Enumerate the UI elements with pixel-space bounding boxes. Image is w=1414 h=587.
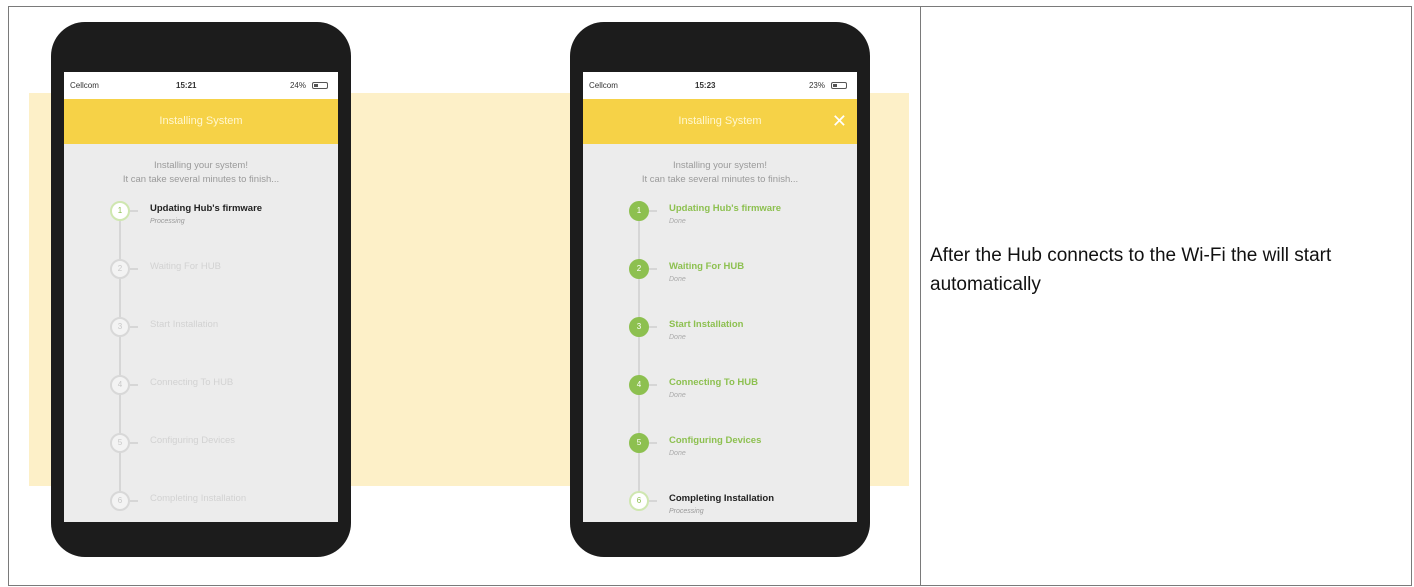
install-steps: 1 Updating Hub's firmware Processing 2 W… (110, 201, 338, 522)
step-status: Done (669, 218, 686, 225)
step-label: Completing Installation (669, 493, 775, 504)
step-label: Start Installation (669, 319, 744, 330)
intro-line-2: It can take several minutes to finish... (641, 174, 799, 185)
step-number: 1 (629, 201, 649, 221)
carrier-label: Cellcom (589, 81, 618, 90)
step-item: 3 Start Installation (110, 317, 338, 375)
step-number: 5 (629, 433, 649, 453)
phone-mockup-2: Cellcom 15:23 23% Installing System ✕ In… (570, 22, 870, 557)
step-label: Updating Hub's firmware (669, 203, 782, 214)
step-status: Done (669, 450, 686, 457)
step-number: 2 (629, 259, 649, 279)
step-label: Updating Hub's firmware (150, 203, 263, 214)
header-title: Installing System (678, 115, 762, 127)
clock: 15:23 (695, 81, 716, 90)
step-item: 5 Configuring Devices (110, 433, 338, 491)
step-label: Configuring Devices (150, 435, 236, 446)
step-item: 2 Waiting For HUB (110, 259, 338, 317)
step-label: Waiting For HUB (150, 261, 221, 272)
step-connector (649, 268, 657, 270)
step-number: 5 (110, 433, 130, 453)
carrier-label: Cellcom (70, 81, 99, 90)
app-header: Installing System (64, 99, 338, 144)
cell-divider (920, 7, 921, 585)
step-item: 1 Updating Hub's firmware Processing (110, 201, 338, 259)
step-label: Waiting For HUB (669, 261, 745, 272)
intro-line-1: Installing your system! (673, 160, 767, 171)
intro-line-1: Installing your system! (154, 160, 248, 171)
status-bar: Cellcom 15:23 23% (583, 72, 857, 99)
step-number: 6 (629, 491, 649, 511)
step-item: 3 Start Installation Done (629, 317, 857, 375)
battery-icon (831, 82, 847, 89)
phone-screen: Cellcom 15:23 23% Installing System ✕ In… (583, 72, 857, 522)
step-label: Connecting To HUB (150, 377, 234, 388)
step-item: 5 Configuring Devices Done (629, 433, 857, 491)
step-number: 3 (110, 317, 130, 337)
step-connector (649, 384, 657, 386)
battery-icon (312, 82, 328, 89)
install-steps: 1 Updating Hub's firmware Done 2 Waiting… (629, 201, 857, 522)
status-bar: Cellcom 15:21 24% (64, 72, 338, 99)
intro-line-2: It can take several minutes to finish... (122, 174, 280, 185)
step-number: 1 (110, 201, 130, 221)
step-connector (130, 500, 138, 502)
caption-text: After the Hub connects to the Wi-Fi the … (930, 245, 1332, 295)
step-number: 3 (629, 317, 649, 337)
step-connector (130, 384, 138, 386)
phone-screen: Cellcom 15:21 24% Installing System Inst… (64, 72, 338, 522)
step-connector (130, 326, 138, 328)
step-connector (649, 500, 657, 502)
step-connector (649, 210, 657, 212)
step-label: Completing Installation (150, 493, 247, 504)
step-item: 6 Completing Installation Processing (629, 491, 857, 522)
clock: 15:21 (176, 81, 197, 90)
step-connector (130, 442, 138, 444)
step-label: Start Installation (150, 319, 219, 330)
step-number: 4 (629, 375, 649, 395)
app-header: Installing System ✕ (583, 99, 857, 144)
step-item: 6 Completing Installation (110, 491, 338, 522)
phone-mockup-1: Cellcom 15:21 24% Installing System Inst… (51, 22, 351, 557)
intro-text: Installing your system! It can take seve… (583, 159, 857, 187)
step-item: 4 Connecting To HUB Done (629, 375, 857, 433)
step-connector (649, 326, 657, 328)
step-label: Configuring Devices (669, 435, 762, 446)
step-status: Done (669, 334, 686, 341)
step-item: 4 Connecting To HUB (110, 375, 338, 433)
step-connector (130, 210, 138, 212)
step-status: Done (669, 392, 686, 399)
step-item: 2 Waiting For HUB Done (629, 259, 857, 317)
step-connector (649, 442, 657, 444)
step-number: 2 (110, 259, 130, 279)
intro-text: Installing your system! It can take seve… (64, 159, 338, 187)
step-status: Processing (669, 508, 704, 515)
step-item: 1 Updating Hub's firmware Done (629, 201, 857, 259)
battery-percent: 23% (808, 81, 825, 90)
step-label: Connecting To HUB (669, 377, 759, 388)
step-number: 6 (110, 491, 130, 511)
step-status: Processing (150, 218, 185, 225)
header-title: Installing System (159, 115, 243, 127)
step-connector (130, 268, 138, 270)
step-number: 4 (110, 375, 130, 395)
close-icon[interactable]: ✕ (832, 99, 847, 144)
step-status: Done (669, 276, 686, 283)
battery-percent: 24% (289, 81, 306, 90)
